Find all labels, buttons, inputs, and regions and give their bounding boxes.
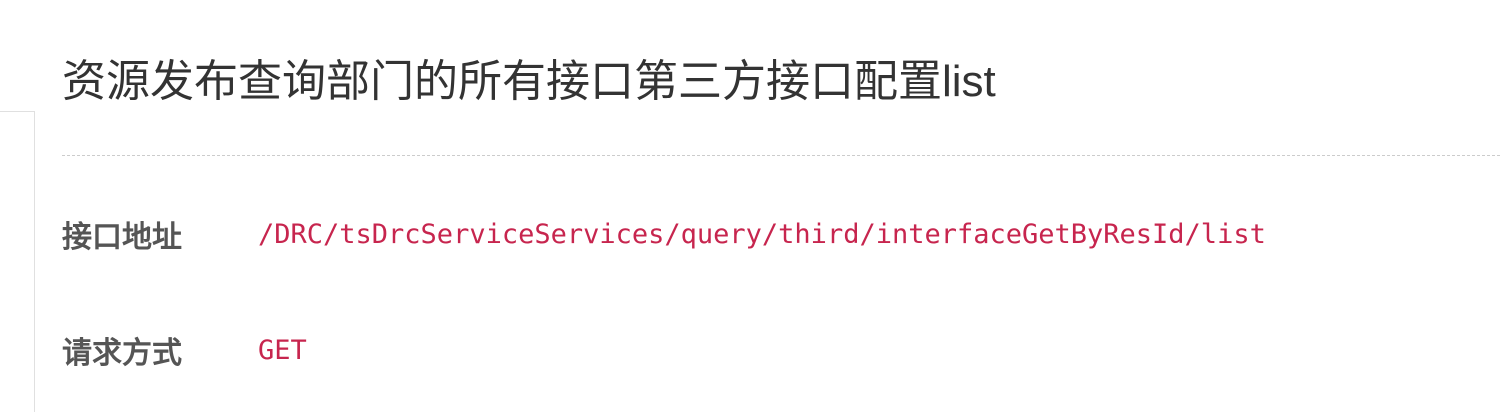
sidebar-panel-border (0, 111, 35, 412)
field-method: 请求方式 GET (62, 328, 307, 372)
field-label: 接口地址 (62, 221, 182, 254)
field-endpoint: 接口地址 /DRC/tsDrcServiceServices/query/thi… (62, 212, 1266, 256)
field-label: 请求方式 (62, 337, 182, 370)
endpoint-url: /DRC/tsDrcServiceServices/query/third/in… (258, 218, 1266, 250)
page-title: 资源发布查询部门的所有接口第三方接口配置list (62, 57, 996, 106)
request-method: GET (258, 334, 307, 366)
divider (62, 155, 1500, 156)
